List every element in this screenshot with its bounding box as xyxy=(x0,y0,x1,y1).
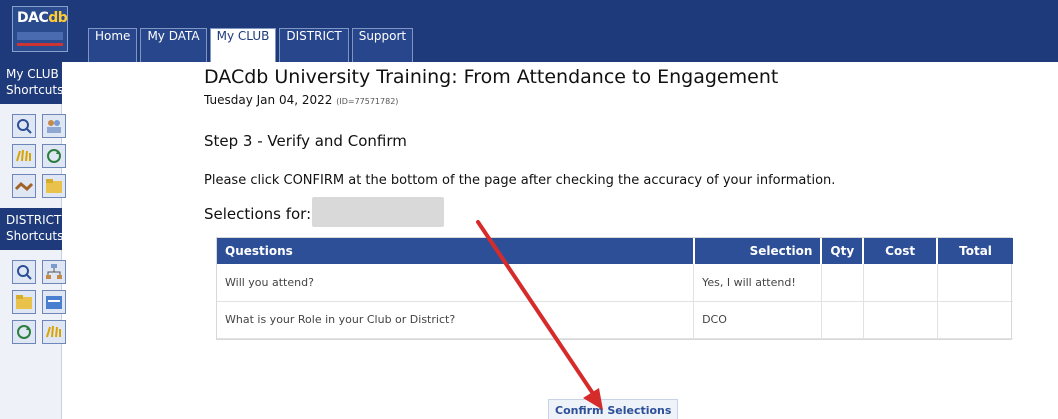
column-header-total: Total xyxy=(937,238,1013,264)
tab-my-club[interactable]: My CLUB xyxy=(209,28,277,62)
club-shortcuts-heading-line1: My CLUB xyxy=(6,67,59,81)
refresh-icon[interactable] xyxy=(12,320,36,344)
logo-band xyxy=(17,32,63,40)
event-date: Tuesday Jan 04, 2022 (ID=77571782) xyxy=(204,93,398,107)
selections-label: Selections for: xyxy=(204,205,312,223)
selections-table: Questions Selection Qty Cost Total Will … xyxy=(216,237,1013,340)
cell-qty xyxy=(821,301,864,339)
district-shortcuts-heading: DISTRICT Shortcuts xyxy=(0,208,64,250)
cell-selection: DCO xyxy=(693,301,822,339)
district-shortcuts-heading-line2: Shortcuts xyxy=(6,229,64,243)
cell-cost xyxy=(863,301,938,339)
table-header-row: Questions Selection Qty Cost Total xyxy=(217,238,1013,264)
refresh-icon[interactable] xyxy=(42,144,66,168)
district-shortcuts-heading-line1: DISTRICT xyxy=(6,213,62,227)
dacdb-logo[interactable]: DACdb xyxy=(12,6,68,52)
step-heading: Step 3 - Verify and Confirm xyxy=(204,132,407,150)
sidebar: My CLUB Shortcuts DISTRICT Shortcuts xyxy=(0,62,66,419)
column-header-questions: Questions xyxy=(217,238,695,264)
cell-total xyxy=(937,301,1013,339)
people-icon[interactable] xyxy=(42,114,66,138)
hands-icon[interactable] xyxy=(42,320,66,344)
cell-cost xyxy=(863,264,938,302)
main-nav-tabs: Home My DATA My CLUB DISTRICT Support xyxy=(88,28,414,62)
table-row: What is your Role in your Club or Distri… xyxy=(217,301,1013,339)
event-date-text: Tuesday Jan 04, 2022 xyxy=(204,93,333,107)
open-folder-icon[interactable] xyxy=(42,290,66,314)
magnifier-icon[interactable] xyxy=(12,260,36,284)
confirm-selections-button[interactable]: Confirm Selections xyxy=(548,399,679,419)
table-row: Will you attend? Yes, I will attend! xyxy=(217,264,1013,302)
cell-question: Will you attend? xyxy=(217,264,695,302)
cell-selection: Yes, I will attend! xyxy=(693,264,822,302)
handshake-icon[interactable] xyxy=(12,174,36,198)
tab-my-data[interactable]: My DATA xyxy=(140,28,207,62)
org-chart-icon[interactable] xyxy=(42,260,66,284)
district-shortcut-icons xyxy=(12,260,66,344)
redacted-name xyxy=(312,197,444,227)
cell-total xyxy=(937,264,1013,302)
folder-icon[interactable] xyxy=(42,174,66,198)
tab-home[interactable]: Home xyxy=(88,28,138,62)
instructions-text: Please click CONFIRM at the bottom of th… xyxy=(204,173,836,188)
cell-question: What is your Role in your Club or Distri… xyxy=(217,301,695,339)
annotation-arrow xyxy=(476,220,603,410)
event-id: (ID=77571782) xyxy=(336,97,399,106)
club-shortcuts-heading-line2: Shortcuts xyxy=(6,83,64,97)
top-bar: DACdb Home My DATA My CLUB DISTRICT Supp… xyxy=(0,0,1058,62)
logo-text: DACdb xyxy=(17,10,68,26)
magnifier-icon[interactable] xyxy=(12,114,36,138)
column-header-cost: Cost xyxy=(863,238,939,264)
logo-stripe xyxy=(17,43,63,46)
folder-icon[interactable] xyxy=(12,290,36,314)
club-shortcut-icons xyxy=(12,114,66,198)
cell-qty xyxy=(821,264,864,302)
club-shortcuts-heading: My CLUB Shortcuts xyxy=(0,62,64,104)
tab-district[interactable]: DISTRICT xyxy=(279,28,349,62)
column-header-qty: Qty xyxy=(821,238,865,264)
hands-icon[interactable] xyxy=(12,144,36,168)
page-title: DACdb University Training: From Attendan… xyxy=(204,66,779,88)
column-header-selection: Selection xyxy=(693,238,823,264)
tab-support[interactable]: Support xyxy=(351,28,414,62)
